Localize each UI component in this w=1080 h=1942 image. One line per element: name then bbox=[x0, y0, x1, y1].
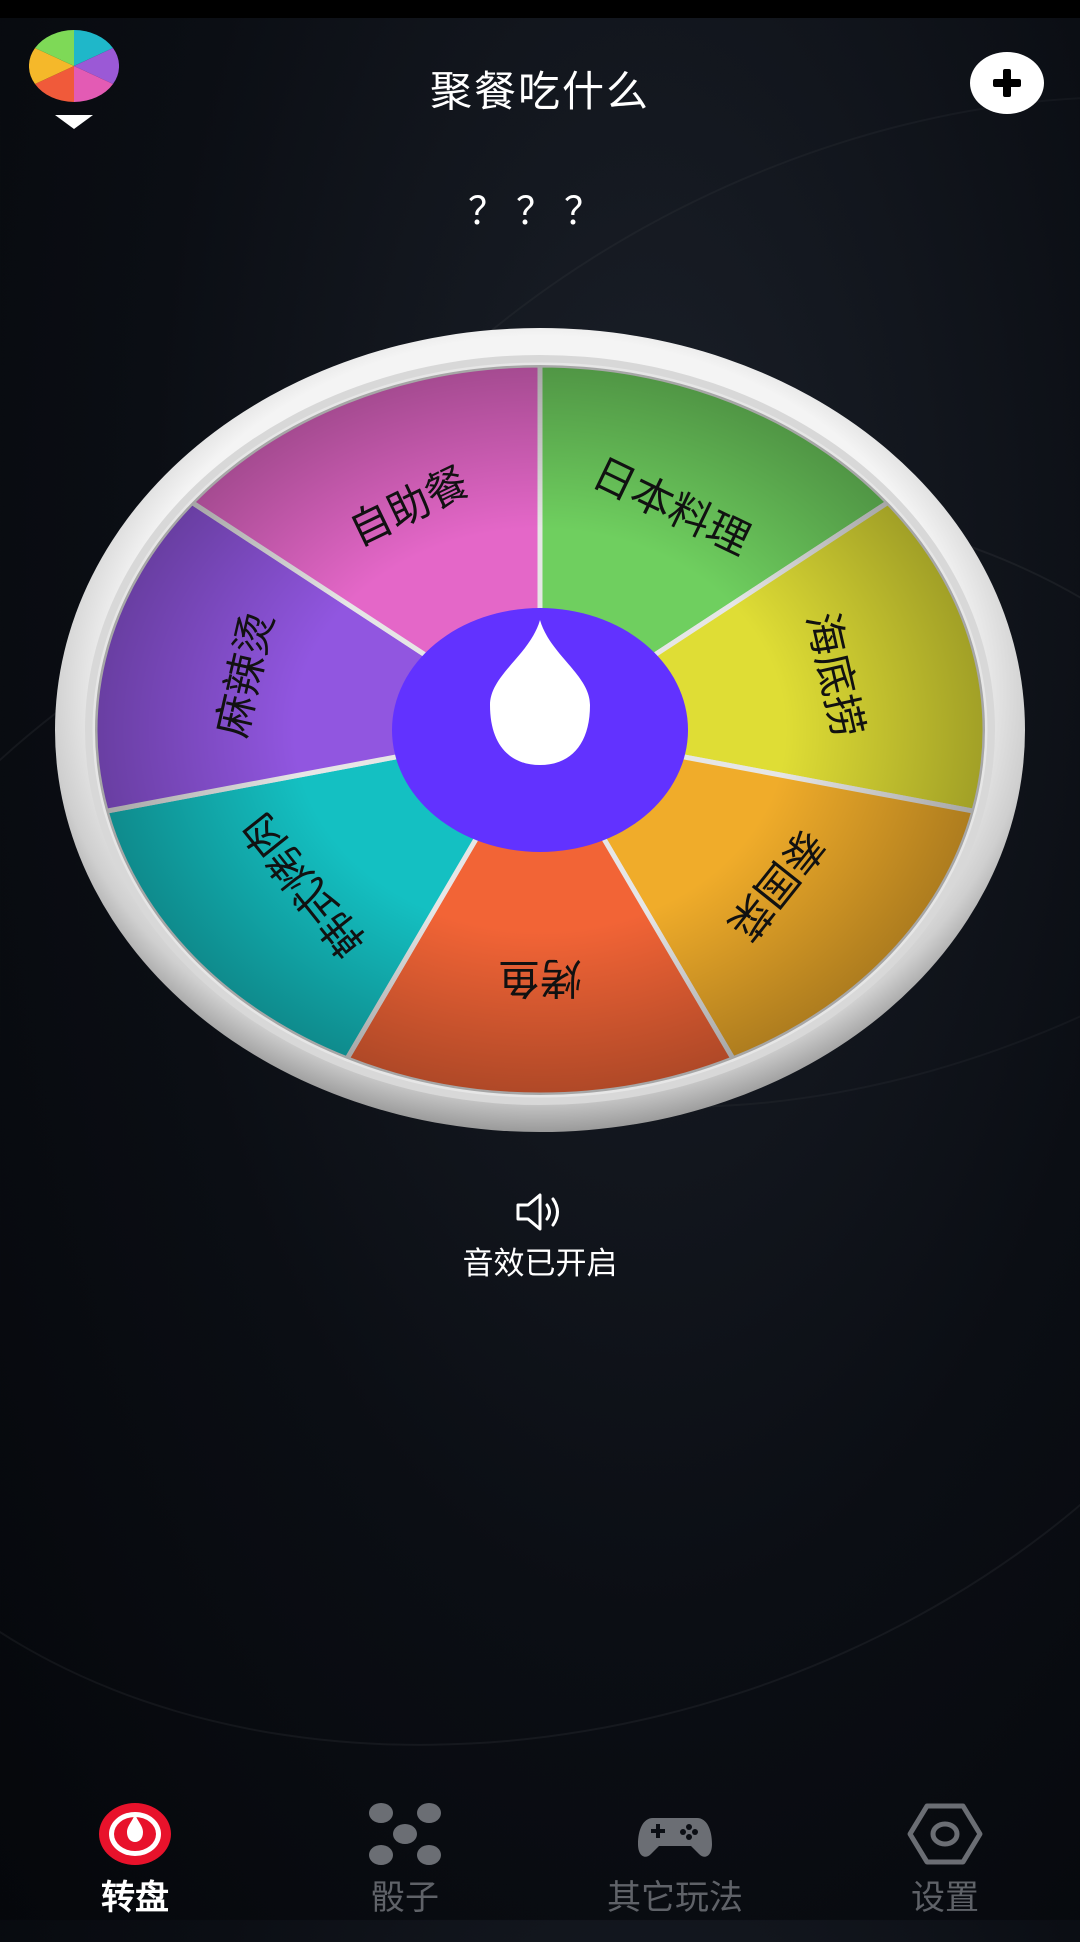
tab-other-games[interactable]: 其它玩法 bbox=[575, 1800, 775, 1919]
tab-label: 设置 bbox=[911, 1878, 979, 1918]
plus-icon bbox=[993, 69, 1021, 97]
tab-wheel[interactable]: 转盘 bbox=[35, 1800, 235, 1919]
spin-wheel[interactable]: 日本料理 海底捞 泰国菜 烤鱼 韩式烤肉 麻辣烫 自助餐 bbox=[50, 325, 1030, 1135]
spin-result-text: ？？？ bbox=[467, 189, 612, 233]
tab-settings[interactable]: 设置 bbox=[845, 1800, 1045, 1919]
add-button[interactable] bbox=[970, 52, 1044, 114]
wheel-segment-label: 烤鱼 bbox=[498, 954, 582, 1003]
status-bar bbox=[0, 0, 1080, 18]
speaker-icon bbox=[516, 1193, 559, 1231]
sound-toggle[interactable]: 音效已开启 bbox=[440, 1192, 640, 1283]
wheel-tab-icon bbox=[99, 1803, 171, 1865]
dice-icon bbox=[369, 1803, 441, 1865]
settings-hexagon-icon bbox=[907, 1803, 983, 1865]
bottom-tab-bar: 转盘 骰子 其它玩法 设置 bbox=[0, 1800, 1080, 1920]
tab-label: 骰子 bbox=[371, 1878, 439, 1918]
gamepad-icon bbox=[638, 1818, 712, 1857]
page-title: 聚餐吃什么 bbox=[429, 67, 650, 116]
tab-label: 转盘 bbox=[101, 1878, 169, 1918]
sound-status-label: 音效已开启 bbox=[462, 1246, 618, 1282]
tab-dice[interactable]: 骰子 bbox=[305, 1800, 505, 1919]
tab-label: 其它玩法 bbox=[607, 1878, 743, 1918]
